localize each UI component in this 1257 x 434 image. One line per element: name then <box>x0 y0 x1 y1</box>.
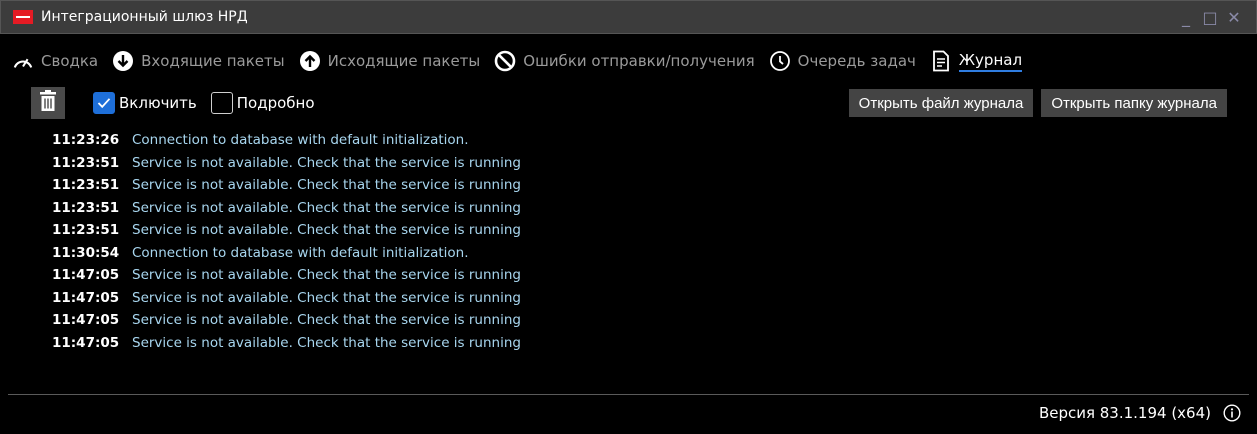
log-message: Service is not available. Check that the… <box>132 334 521 351</box>
minimize-button[interactable]: _ <box>1174 5 1198 29</box>
app-logo-icon <box>13 10 33 24</box>
log-message: Connection to database with default init… <box>132 132 469 149</box>
footer-divider <box>8 394 1249 395</box>
log-time: 11:23:51 <box>52 154 120 171</box>
log-message: Service is not available. Check that the… <box>132 289 521 306</box>
log-time: 11:23:51 <box>52 177 120 194</box>
log-time: 11:47:05 <box>52 289 120 306</box>
tab-bar: Сводка Входящие пакеты Исходящие пакеты … <box>12 44 1036 78</box>
log-time: 11:23:26 <box>52 132 120 149</box>
checkbox-box[interactable] <box>210 92 233 114</box>
tab-label: Очередь задач <box>797 52 916 70</box>
log-row: 11:23:26 Connection to database with defa… <box>52 129 752 152</box>
arrow-up-circle-icon <box>299 50 321 72</box>
log-row: 11:47:05 Service is not available. Check … <box>52 287 752 310</box>
tab-incoming[interactable]: Входящие пакеты <box>112 46 285 76</box>
log-time: 11:47:05 <box>52 267 120 284</box>
tab-label: Журнал <box>958 51 1023 72</box>
log-list[interactable]: 11:23:26 Connection to database with defa… <box>52 129 752 354</box>
log-message: Service is not available. Check that the… <box>132 312 521 329</box>
trash-icon <box>38 90 58 116</box>
log-time: 11:23:51 <box>52 222 120 239</box>
prohibited-icon <box>494 50 516 72</box>
clear-log-button[interactable] <box>31 87 65 119</box>
log-message: Service is not available. Check that the… <box>132 177 521 194</box>
status-bar: Версия 83.1.194 (x64) <box>1039 404 1241 422</box>
log-row: 11:47:05 Service is not available. Check … <box>52 309 752 332</box>
log-message: Service is not available. Check that the… <box>132 222 521 239</box>
log-row: 11:23:51 Service is not available. Check … <box>52 197 752 220</box>
log-actions: Открыть файл журнала Открыть папку журна… <box>848 89 1227 117</box>
maximize-button[interactable]: □ <box>1198 5 1222 29</box>
log-time: 11:47:05 <box>52 334 120 351</box>
tab-label: Исходящие пакеты <box>327 52 481 70</box>
log-row: 11:23:51 Service is not available. Check … <box>52 219 752 242</box>
enable-checkbox[interactable]: Включить <box>93 92 197 114</box>
gauge-icon <box>12 50 34 72</box>
tab-outgoing[interactable]: Исходящие пакеты <box>299 46 481 76</box>
log-message: Connection to database with default init… <box>132 244 469 261</box>
log-time: 11:23:51 <box>52 199 120 216</box>
open-log-folder-button[interactable]: Открыть папку журнала <box>1041 89 1227 117</box>
app-window: Интеграционный шлюз НРД _ □ ✕ Сводка Вхо… <box>0 0 1257 434</box>
log-time: 11:30:54 <box>52 244 120 261</box>
log-time: 11:47:05 <box>52 312 120 329</box>
log-row: 11:30:54 Connection to database with defa… <box>52 242 752 265</box>
verbose-checkbox[interactable]: Подробно <box>210 92 315 114</box>
log-row: 11:47:05 Service is not available. Check … <box>52 264 752 287</box>
log-row: 11:47:05 Service is not available. Check … <box>52 332 752 355</box>
verbose-label: Подробно <box>236 94 315 112</box>
clock-icon <box>769 50 791 72</box>
arrow-down-circle-icon <box>112 50 134 72</box>
log-message: Service is not available. Check that the… <box>132 154 521 171</box>
window-title: Интеграционный шлюз НРД <box>41 9 248 25</box>
document-icon <box>930 50 952 72</box>
tab-label: Входящие пакеты <box>141 52 285 70</box>
enable-label: Включить <box>119 94 197 112</box>
open-log-file-button[interactable]: Открыть файл журнала <box>848 89 1034 117</box>
log-row: 11:23:51 Service is not available. Check … <box>52 174 752 197</box>
tab-label: Сводка <box>41 52 99 70</box>
tab-task-queue[interactable]: Очередь задач <box>769 46 916 76</box>
info-icon[interactable] <box>1223 404 1241 422</box>
close-button[interactable]: ✕ <box>1222 5 1246 29</box>
window-controls: _ □ ✕ <box>1174 5 1246 29</box>
log-message: Service is not available. Check that the… <box>132 267 521 284</box>
log-row: 11:23:51 Service is not available. Check … <box>52 152 752 175</box>
journal-toolbar: Включить Подробно Открыть файл журнала О… <box>31 87 1227 119</box>
title-bar[interactable]: Интеграционный шлюз НРД _ □ ✕ <box>0 0 1257 34</box>
log-message: Service is not available. Check that the… <box>132 199 521 216</box>
tab-summary[interactable]: Сводка <box>12 46 98 76</box>
tab-journal[interactable]: Журнал <box>930 46 1023 76</box>
tab-errors[interactable]: Ошибки отправки/получения <box>494 46 755 76</box>
tab-label: Ошибки отправки/получения <box>523 52 755 70</box>
checkbox-box[interactable] <box>93 92 115 114</box>
version-text: Версия 83.1.194 (x64) <box>1038 404 1211 422</box>
